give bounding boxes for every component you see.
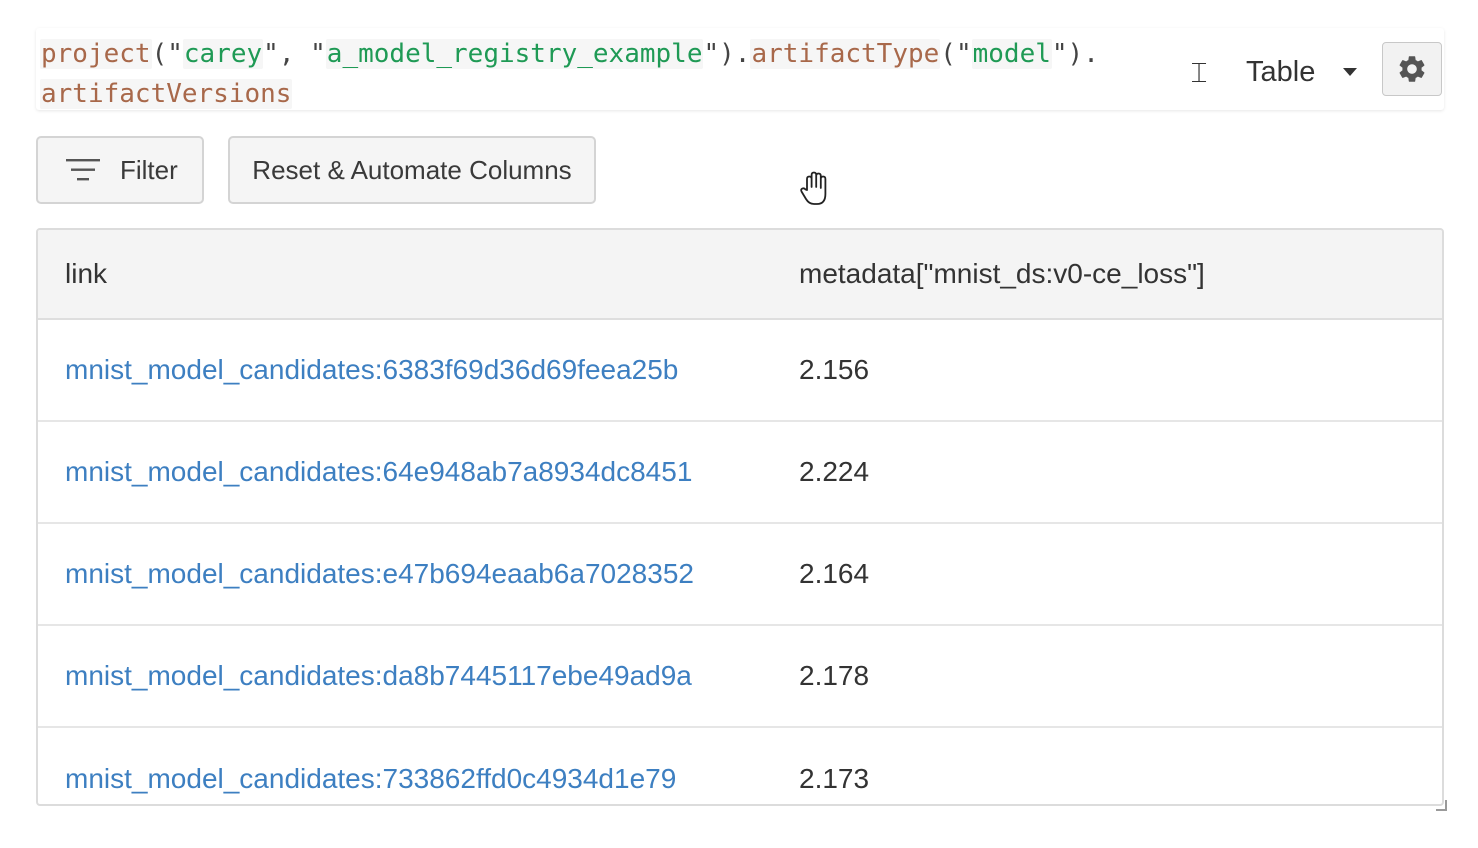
expr-token-string[interactable]: carey [182,39,264,69]
artifact-version-link[interactable]: mnist_model_candidates:733862ffd0c4934d1… [65,763,676,794]
expr-token-function[interactable]: artifactType [750,39,941,69]
expr-token-punct: "). [1051,39,1099,69]
reset-automate-columns-button[interactable]: Reset & Automate Columns [228,136,596,204]
ce-loss-value: 2.178 [799,660,870,691]
table-row: mnist_model_candidates:e47b694eaab6a7028… [38,524,1442,626]
ibeam-cursor-icon: ⌶ [1190,56,1208,89]
table-row: mnist_model_candidates:64e948ab7a8934dc8… [38,422,1442,524]
ce-loss-value: 2.156 [799,354,870,385]
artifact-version-link[interactable]: mnist_model_candidates:da8b7445117ebe49a… [65,660,692,691]
expr-token-punct: (" [940,39,972,69]
table-row: mnist_model_candidates:6383f69d36d69feea… [38,320,1442,422]
ce-loss-value: 2.224 [799,456,870,487]
expression-text[interactable]: project("carey", "a_model_registry_examp… [40,34,1180,114]
artifact-version-link[interactable]: mnist_model_candidates:e47b694eaab6a7028… [65,558,694,589]
ce-loss-value: 2.164 [799,558,870,589]
expr-token-function[interactable]: project [40,39,152,69]
table-header: link metadata["mnist_ds:v0-ce_loss"] [38,230,1442,320]
weave-panel: project("carey", "a_model_registry_examp… [0,0,1478,848]
column-header-metadata[interactable]: metadata["mnist_ds:v0-ce_loss"] [772,258,1442,290]
table-row: mnist_model_candidates:da8b7445117ebe49a… [38,626,1442,728]
expr-token-punct: "). [703,39,751,69]
artifact-version-link[interactable]: mnist_model_candidates:6383f69d36d69feea… [65,354,678,385]
caret-down-icon [1343,68,1358,76]
expr-token-function[interactable]: artifactVersions [40,79,293,109]
resize-corner-icon[interactable] [1434,798,1448,812]
expr-token-string[interactable]: a_model_registry_example [325,39,704,69]
expression-editor[interactable]: project("carey", "a_model_registry_examp… [36,28,1444,110]
expr-token-string[interactable]: model [971,39,1052,69]
settings-button[interactable] [1382,42,1442,96]
expr-token-punct: ", " [263,39,326,69]
panel-type-label: Table [1246,55,1316,88]
hand-pointer-icon [800,171,827,205]
reset-button-label: Reset & Automate Columns [252,154,572,185]
table-row: mnist_model_candidates:733862ffd0c4934d1… [38,728,1442,804]
column-header-link[interactable]: link [38,258,772,290]
artifact-version-link[interactable]: mnist_model_candidates:64e948ab7a8934dc8… [65,456,692,487]
panel-type-dropdown[interactable]: Table [1246,50,1366,94]
results-table[interactable]: link metadata["mnist_ds:v0-ce_loss"] mni… [36,228,1444,806]
filter-button-label: Filter [120,154,178,185]
expr-token-punct: (" [151,39,183,69]
filter-button[interactable]: Filter [36,136,204,204]
gear-icon [1399,56,1425,82]
ce-loss-value: 2.173 [799,763,870,794]
filter-lines-icon [66,159,100,181]
